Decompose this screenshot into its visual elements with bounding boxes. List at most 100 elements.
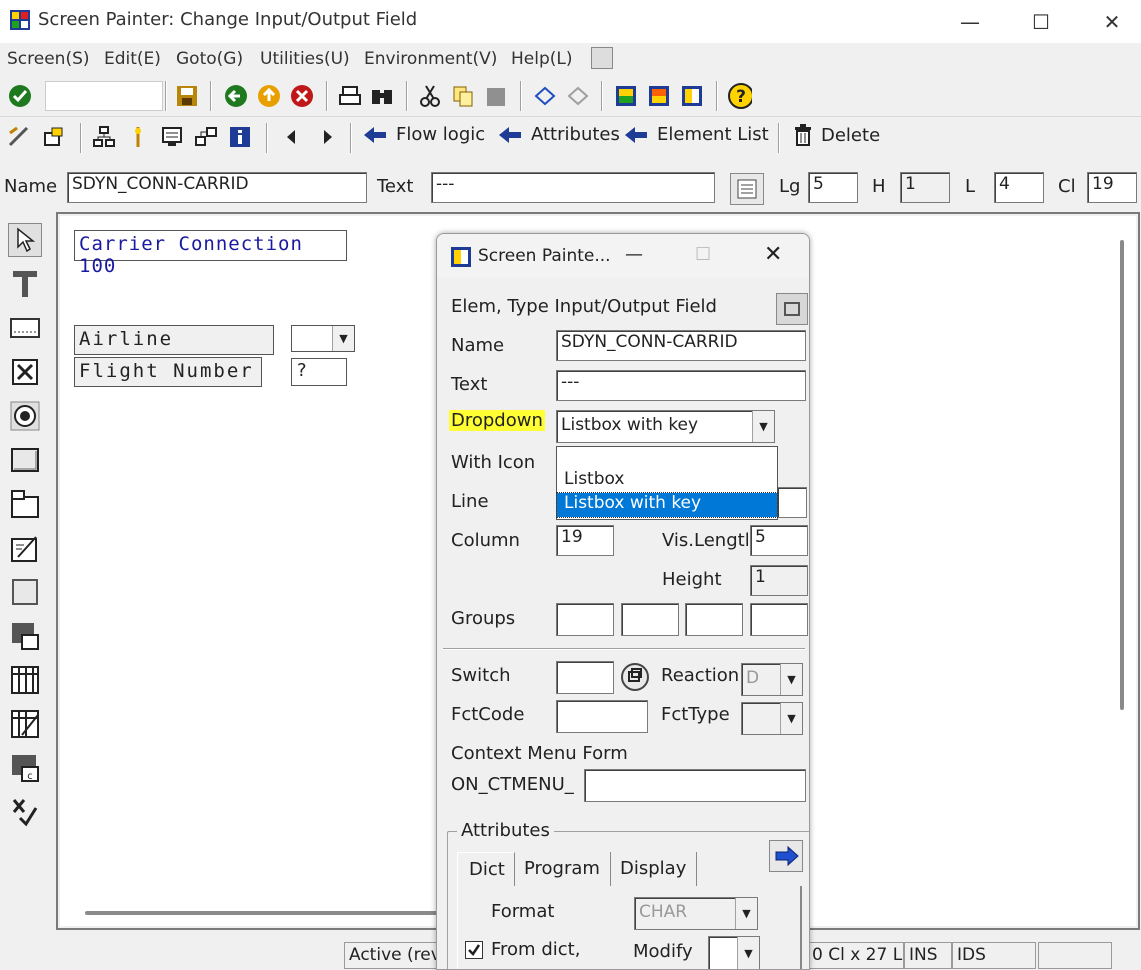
minimize-button[interactable]: — — [935, 0, 1005, 43]
status-ids: IDS — [952, 942, 1036, 969]
on-ctmenu-field[interactable] — [584, 769, 806, 802]
lg-field[interactable]: 5 — [808, 172, 858, 203]
menu-utilities[interactable]: Utilities(U) — [260, 49, 350, 69]
pointer-tool-icon[interactable] — [8, 223, 42, 257]
enter-icon[interactable] — [8, 84, 32, 108]
help-icon[interactable]: ? — [728, 83, 752, 109]
light-icon[interactable] — [126, 125, 150, 149]
print-icon[interactable] — [338, 84, 362, 108]
menu-edit[interactable]: Edit(E) — [104, 49, 161, 69]
vis-length-field[interactable]: 5 — [750, 525, 808, 556]
maximize-button[interactable]: ☐ — [1006, 0, 1076, 43]
dialog-text-field[interactable]: --- — [556, 370, 806, 401]
hierarchy-icon[interactable] — [92, 125, 116, 149]
tab-display[interactable]: Display — [612, 852, 697, 886]
dropdown-select[interactable]: Listbox with key ▼ — [556, 410, 775, 443]
airline-label[interactable]: Airline — [74, 325, 274, 355]
dropdown-option-empty[interactable] — [557, 447, 777, 469]
airline-dropdown[interactable]: ▼ — [291, 325, 355, 352]
paste-icon[interactable] — [484, 84, 508, 108]
line-field[interactable] — [777, 487, 807, 518]
element-list-button[interactable]: Element List — [623, 124, 769, 145]
layout-1-icon[interactable] — [614, 84, 638, 108]
delete-button[interactable]: Delete — [793, 124, 880, 146]
menu-goto[interactable]: Goto(G) — [176, 49, 243, 69]
dialog-minimize-button[interactable]: — — [625, 244, 643, 265]
text-list-button[interactable] — [730, 173, 764, 205]
group-field-4[interactable] — [750, 603, 808, 636]
vertical-scrollbar[interactable] — [1120, 240, 1124, 710]
fctcode-field[interactable] — [556, 700, 648, 733]
table-control-tool-icon[interactable] — [8, 663, 42, 697]
input-field-tool-icon[interactable] — [8, 311, 42, 345]
horizontal-scrollbar[interactable] — [85, 911, 440, 915]
column-field[interactable]: 19 — [556, 525, 614, 556]
dropdown-option-listbox[interactable]: Listbox — [557, 469, 777, 493]
from-dict-checkbox[interactable] — [465, 941, 483, 959]
navigate-icon[interactable] — [194, 125, 218, 149]
switch-help-icon[interactable] — [620, 662, 650, 692]
cl-field[interactable]: 19 — [1087, 172, 1137, 203]
dialog-name-field[interactable]: SDYN_CONN-CARRID — [556, 330, 806, 361]
status-icon-tool-icon[interactable] — [8, 795, 42, 829]
modify-select[interactable]: ▼ — [708, 936, 760, 969]
exit-icon[interactable] — [257, 84, 281, 108]
undo-icon[interactable] — [533, 84, 557, 108]
flight-number-field[interactable]: ? — [291, 358, 347, 386]
tab-program[interactable]: Program — [516, 852, 611, 886]
frame-title[interactable]: Carrier Connection 100 — [74, 230, 347, 277]
navigate-button[interactable] — [769, 840, 803, 872]
layout-2-icon[interactable] — [647, 84, 671, 108]
dropdown-list: Listbox Listbox with key — [556, 446, 778, 520]
redo-icon[interactable] — [566, 84, 590, 108]
name-field[interactable]: SDYN_CONN-CARRID — [67, 172, 367, 203]
group-field-2[interactable] — [621, 603, 679, 636]
group-field-1[interactable] — [556, 603, 614, 636]
back-icon[interactable] — [224, 84, 248, 108]
system-menu-icon[interactable] — [591, 47, 613, 69]
pushbutton-tool-icon[interactable] — [8, 443, 42, 477]
save-icon[interactable] — [175, 84, 199, 108]
chevron-down-icon: ▼ — [780, 703, 802, 734]
flow-logic-button[interactable]: Flow logic — [362, 124, 485, 145]
next-icon[interactable] — [315, 125, 339, 149]
copy-icon[interactable] — [451, 84, 475, 108]
menu-help[interactable]: Help(L) — [511, 49, 573, 69]
tabstrip-tool-icon[interactable] — [8, 487, 42, 521]
screen-layout-icon[interactable] — [160, 125, 184, 149]
text-field[interactable]: --- — [431, 172, 715, 203]
cut-icon[interactable] — [418, 84, 442, 108]
dialog-close-button[interactable]: ✕ — [764, 242, 782, 267]
close-button[interactable]: ✕ — [1077, 0, 1141, 43]
checkbox-tool-icon[interactable] — [8, 355, 42, 389]
find-icon[interactable] — [370, 84, 394, 108]
table-wizard-tool-icon[interactable] — [8, 707, 42, 741]
radio-button-tool-icon[interactable] — [8, 399, 42, 433]
l-field[interactable]: 4 — [994, 172, 1044, 203]
edit-mode-icon[interactable] — [7, 125, 31, 149]
box-tool-icon[interactable] — [8, 575, 42, 609]
command-field[interactable] — [45, 81, 163, 111]
previous-icon[interactable] — [280, 125, 304, 149]
tab-dict[interactable]: Dict — [457, 852, 515, 886]
fcttype-select[interactable]: ▼ — [741, 702, 803, 735]
layout-3-icon[interactable] — [680, 84, 704, 108]
subscreen-tool-icon[interactable] — [8, 619, 42, 653]
dict-program-fields-icon[interactable] — [42, 125, 66, 149]
context-menu-label: Context Menu Form — [451, 743, 628, 764]
on-ctmenu-label: ON_CTMENU_ — [451, 774, 574, 795]
group-field-3[interactable] — [685, 603, 743, 636]
cancel-icon[interactable] — [290, 84, 314, 108]
sap-app-icon — [451, 247, 471, 267]
menu-screen[interactable]: Screen(S) — [7, 49, 90, 69]
menu-environment[interactable]: Environment(V) — [364, 49, 497, 69]
switch-field[interactable] — [556, 661, 614, 694]
custom-control-tool-icon[interactable]: c — [8, 751, 42, 785]
collapse-icon[interactable] — [776, 293, 808, 325]
tabstrip-wizard-icon[interactable] — [8, 531, 42, 565]
info-icon[interactable] — [228, 125, 252, 149]
text-tool-icon[interactable] — [8, 267, 42, 301]
flight-number-label[interactable]: Flight Number — [74, 357, 262, 387]
attributes-button[interactable]: Attributes — [497, 124, 620, 145]
dropdown-option-listbox-with-key[interactable]: Listbox with key — [556, 492, 778, 518]
